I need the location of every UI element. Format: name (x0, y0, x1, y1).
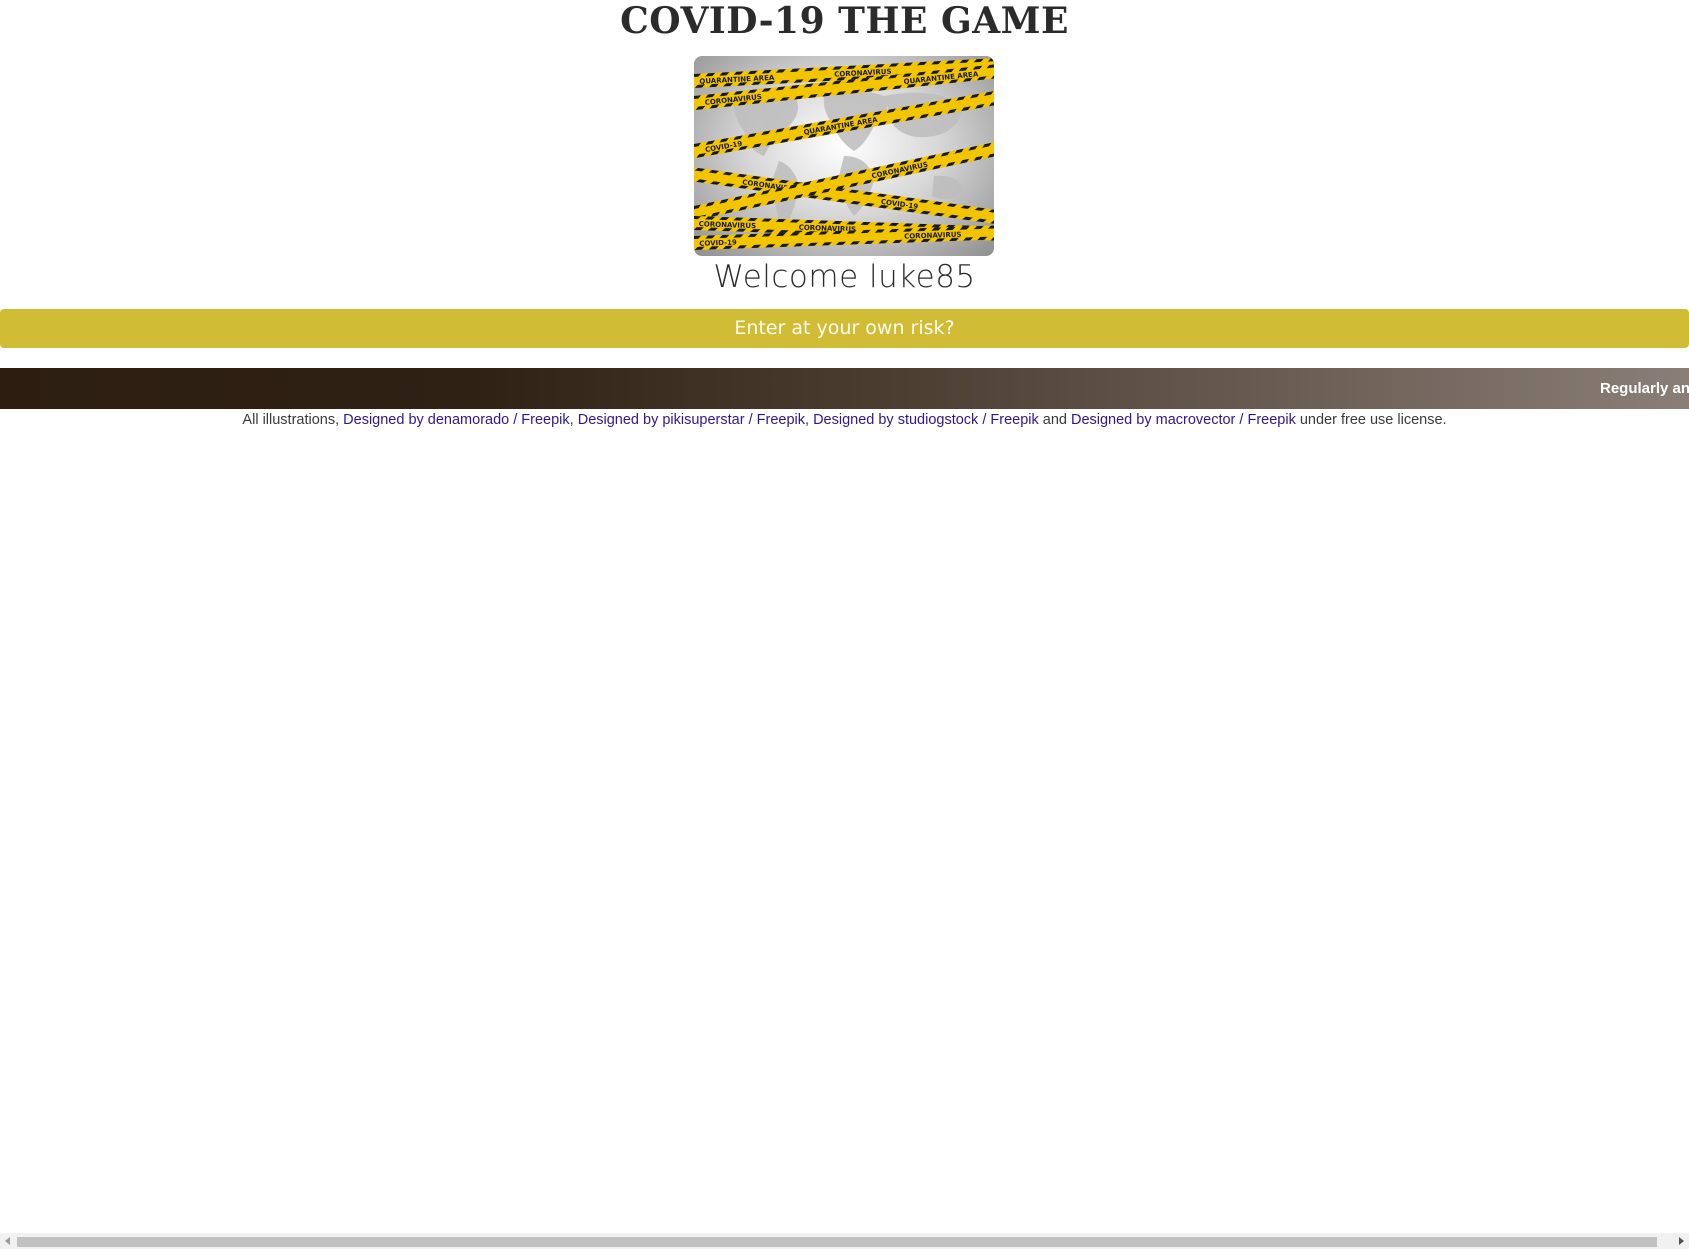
game-title: COVID-19 THE GAME (620, 0, 1069, 42)
enter-game-button[interactable]: Enter at your own risk? (0, 309, 1689, 348)
credit-link-studiogstock[interactable]: Designed by studiogstock / Freepik (813, 412, 1039, 428)
welcome-message: Welcome luke85 (713, 259, 976, 295)
credit-link-pikisuperstar[interactable]: Designed by pikisuperstar / Freepik (578, 412, 805, 428)
triangle-left-icon[interactable] (0, 1233, 16, 1249)
triangle-right-icon[interactable] (1673, 1233, 1689, 1249)
caution-tapes: QUARANTINE AREA CORONAVIRUS CORONAVIRUS … (694, 57, 994, 251)
credits-suffix: under free use license. (1295, 412, 1447, 428)
credits-separator: , (805, 412, 814, 428)
quarantine-tape-image: QUARANTINE AREA CORONAVIRUS CORONAVIRUS … (694, 56, 994, 256)
credit-link-denamorado[interactable]: Designed by denamorado / Freepik (343, 412, 570, 428)
horizontal-scrollbar[interactable] (0, 1233, 1689, 1249)
ticker-text: Regularly and t (1600, 380, 1689, 397)
credit-link-macrovector[interactable]: Designed by macrovector / Freepik (1071, 412, 1296, 428)
quarantine-tape-illustration: QUARANTINE AREA CORONAVIRUS CORONAVIRUS … (694, 57, 994, 251)
scrollbar-thumb[interactable] (17, 1237, 1657, 1247)
illustration-credits: All illustrations, Designed by denamorad… (0, 410, 1689, 430)
credits-separator: , (569, 412, 578, 428)
page: COVID-19 THE GAME QUARANTINE AREA CORONA… (0, 0, 1689, 1249)
svg-text:COVID-19: COVID-19 (699, 239, 737, 248)
news-ticker: Regularly and t (0, 368, 1689, 409)
credits-prefix: All illustrations, (242, 412, 344, 428)
credits-and: and (1038, 412, 1071, 428)
